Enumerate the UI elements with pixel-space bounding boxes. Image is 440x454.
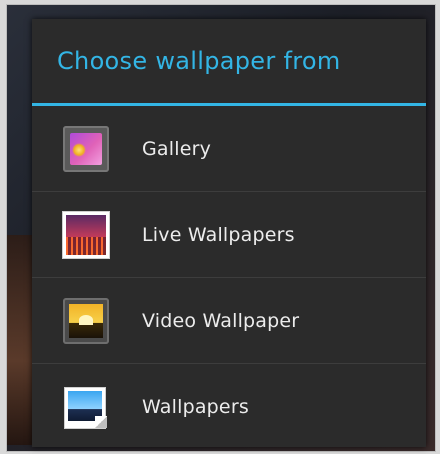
list-item-video-wallpaper[interactable]: Video Wallpaper (32, 278, 426, 364)
list-item-gallery[interactable]: Gallery (32, 106, 426, 192)
screen-frame: Choose wallpaper from Gallery Live Wallp… (6, 4, 436, 452)
list-item-label: Wallpapers (142, 395, 249, 418)
wallpapers-icon (63, 384, 109, 430)
choose-wallpaper-dialog: Choose wallpaper from Gallery Live Wallp… (32, 19, 426, 447)
list-item-wallpapers[interactable]: Wallpapers (32, 364, 426, 449)
list-item-live-wallpapers[interactable]: Live Wallpapers (32, 192, 426, 278)
dialog-title: Choose wallpaper from (57, 47, 341, 75)
list-item-label: Live Wallpapers (142, 223, 295, 246)
live-wallpapers-icon (63, 211, 109, 258)
gallery-icon (63, 125, 109, 172)
video-wallpaper-icon (63, 297, 109, 344)
list-item-label: Video Wallpaper (142, 309, 300, 332)
wallpaper-source-list: Gallery Live Wallpapers Video Wallpaper (32, 106, 426, 449)
list-item-label: Gallery (142, 137, 212, 160)
